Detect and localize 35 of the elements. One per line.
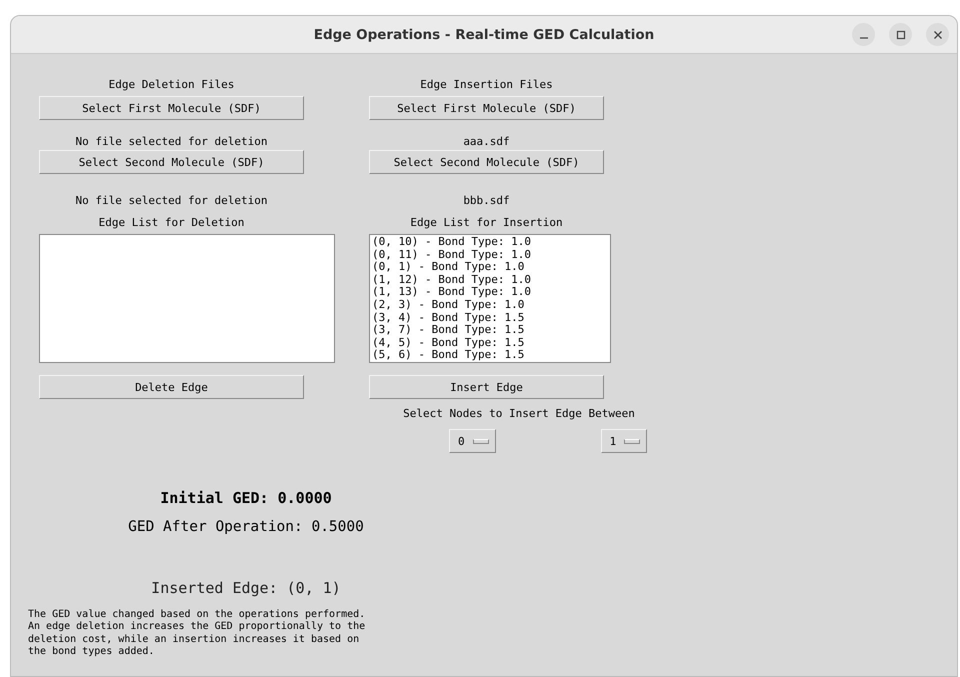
inserted-edge-label: Inserted Edge: (0, 1) [151,579,341,597]
section-heading: Edge Insertion Files [419,78,554,92]
file-status: No file selected for deletion [74,194,269,208]
edge-list-item[interactable]: (1, 12) - Bond Type: 1.0 [372,274,608,286]
edge-list-item[interactable]: (2, 3) - Bond Type: 1.0 [372,298,608,312]
list-title: Edge List for Insertion [409,216,564,230]
node-select-label: Select Nodes to Insert Edge Between [402,407,636,420]
select-first-molecule-button[interactable]: Select First Molecule (SDF) [369,96,604,120]
initial-ged-label: Initial GED: 0.0000 [160,489,332,507]
delete-edge-button[interactable]: Delete Edge [39,375,304,399]
select-first-molecule-button[interactable]: Select First Molecule (SDF) [39,96,304,120]
explanation-text: The GED value changed based on the operations performed. An edge deletion increases the GED proportionally to the deletion cost, while an insertion increases it based on the bond types added. [28,609,366,658]
edge-listbox[interactable] [369,234,611,363]
select-second-molecule-button[interactable]: Select Second Molecule (SDF) [39,150,304,174]
edge-list-item[interactable]: (3, 4) - Bond Type: 1.5 [372,312,608,324]
list-title: Edge List for Deletion [98,216,246,230]
close-icon[interactable] [926,23,949,46]
insert-edge-button[interactable]: Insert Edge [369,375,604,399]
edge-list-item[interactable]: (4, 5) - Bond Type: 1.5 [372,336,608,350]
section-heading: Edge Deletion Files [108,78,236,92]
node-dropdown[interactable]: 1 [600,429,648,453]
ged-after-label: GED After Operation: 0.5000 [128,519,364,535]
edge-list-item[interactable]: (0, 1) - Bond Type: 1.0 [372,261,608,274]
node-dropdown[interactable]: 0 [449,429,496,453]
window-title: Edge Operations - Real-time GED Calculation [314,26,654,42]
edge-list-item[interactable]: (0, 10) - Bond Type: 1.0 [372,236,608,249]
edge-list-item[interactable]: (5, 6) - Bond Type: 1.5 [372,349,608,362]
maximize-icon[interactable] [889,23,912,46]
edge-list-item[interactable]: (3, 7) - Bond Type: 1.5 [372,324,608,337]
file-status: bbb.sdf [462,194,511,208]
edge-list-item[interactable]: (0, 11) - Bond Type: 1.0 [372,248,608,262]
edge-list-item[interactable]: (1, 13) - Bond Type: 1.0 [372,286,608,299]
file-status: aaa.sdf [462,135,511,149]
select-second-molecule-button[interactable]: Select Second Molecule (SDF) [369,150,604,174]
file-status: No file selected for deletion [74,135,269,149]
